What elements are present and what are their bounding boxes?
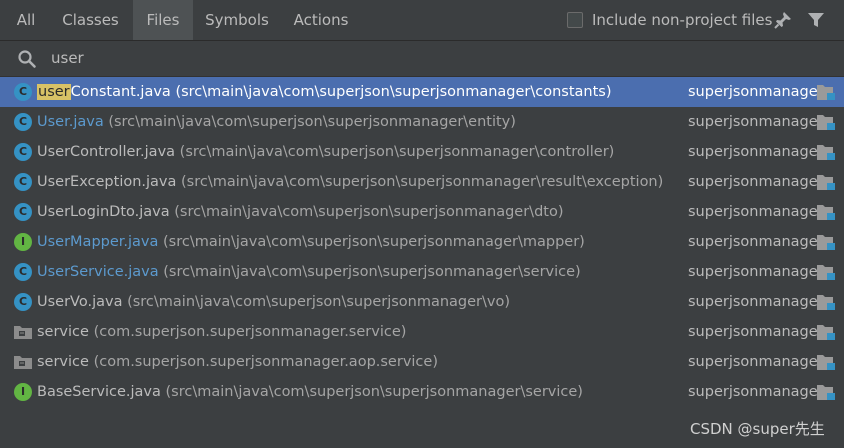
module-folder-icon [817, 324, 835, 340]
filter-icon[interactable] [806, 10, 826, 30]
include-non-project-option[interactable]: Include non-project files [567, 0, 772, 40]
class-icon: C [14, 263, 32, 281]
result-module: superjsonmanager [688, 84, 824, 100]
result-name: service [37, 354, 89, 370]
result-text: UserController.java (src\main\java\com\s… [37, 137, 614, 167]
result-row[interactable]: C UserVo.java (src\main\java\com\superjso… [0, 287, 844, 317]
pin-icon[interactable] [773, 10, 793, 30]
result-module: superjsonmanager [688, 114, 824, 130]
result-text: userConstant.java (src\main\java\com\sup… [37, 77, 612, 107]
result-module: superjsonmanager [688, 294, 824, 310]
result-path: (src\main\java\com\superjson\superjsonma… [163, 264, 581, 280]
tab-all[interactable]: All [4, 0, 48, 40]
module-folder-icon [817, 384, 835, 400]
result-row[interactable]: C UserController.java (src\main\java\com\… [0, 137, 844, 167]
interface-icon: I [14, 383, 32, 401]
interface-icon: I [14, 233, 32, 251]
result-name: UserMapper.java [37, 234, 159, 250]
result-path: (src\main\java\com\superjson\superjsonma… [179, 144, 615, 160]
result-name: UserLoginDto.java [37, 204, 170, 220]
result-name: UserController.java [37, 144, 176, 160]
class-icon: C [14, 113, 32, 131]
result-name: UserService.java [37, 264, 159, 280]
result-row[interactable]: C UserService.java (src\main\java\com\sup… [0, 257, 844, 287]
tab-symbols[interactable]: Symbols [193, 0, 281, 40]
result-path: (src\main\java\com\superjson\superjsonma… [127, 294, 511, 310]
result-module: superjsonmanager [688, 204, 824, 220]
result-path: (src\main\java\com\superjson\superjsonma… [165, 384, 583, 400]
result-module: superjsonmanager [688, 384, 824, 400]
result-module: superjsonmanager [688, 234, 824, 250]
result-text: UserException.java (src\main\java\com\su… [37, 167, 663, 197]
result-row[interactable]: CuserConstant.java (src\main\java\com\su… [0, 77, 844, 107]
class-icon: C [14, 83, 32, 101]
module-folder-icon [817, 264, 835, 280]
result-text: UserMapper.java (src\main\java\com\super… [37, 227, 585, 257]
result-text: service (com.superjson.superjsonmanager.… [37, 317, 406, 347]
result-path: (src\main\java\com\superjson\superjsonma… [163, 234, 585, 250]
result-name: UserVo.java [37, 294, 123, 310]
result-row[interactable]: C UserException.java (src\main\java\com\s… [0, 167, 844, 197]
class-icon: C [14, 143, 32, 161]
tab-actions[interactable]: Actions [281, 0, 361, 40]
tab-files[interactable]: Files [133, 0, 193, 40]
result-path: (src\main\java\com\superjson\superjsonma… [181, 174, 664, 190]
watermark: CSDN @super先生 [690, 420, 825, 438]
search-icon [18, 50, 36, 68]
result-row[interactable]: service (com.superjson.superjsonmanager.… [0, 347, 844, 377]
module-folder-icon [817, 354, 835, 370]
search-input[interactable] [43, 45, 759, 71]
result-name: User.java [37, 114, 104, 130]
package-folder-icon [14, 355, 32, 369]
result-row[interactable]: I UserMapper.java (src\main\java\com\supe… [0, 227, 844, 257]
result-path: (src\main\java\com\superjson\superjsonma… [174, 204, 564, 220]
result-text: UserService.java (src\main\java\com\supe… [37, 257, 581, 287]
result-module: superjsonmanager [688, 354, 824, 370]
result-module: superjsonmanager [688, 324, 824, 340]
result-row[interactable]: C UserLoginDto.java (src\main\java\com\su… [0, 197, 844, 227]
match-highlight: user [37, 84, 71, 100]
module-folder-icon [817, 84, 835, 100]
module-folder-icon [817, 204, 835, 220]
result-text: service (com.superjson.superjsonmanager.… [37, 347, 438, 377]
result-text: UserVo.java (src\main\java\com\superjson… [37, 287, 510, 317]
result-module: superjsonmanager [688, 144, 824, 160]
module-folder-icon [817, 144, 835, 160]
module-folder-icon [817, 174, 835, 190]
class-icon: C [14, 293, 32, 311]
result-text: UserLoginDto.java (src\main\java\com\sup… [37, 197, 564, 227]
result-row[interactable]: I BaseService.java (src\main\java\com\sup… [0, 377, 844, 407]
result-module: superjsonmanager [688, 174, 824, 190]
result-row[interactable]: C User.java (src\main\java\com\superjson\… [0, 107, 844, 137]
result-name: Constant.java [70, 84, 171, 100]
module-folder-icon [817, 234, 835, 250]
include-non-project-label: Include non-project files [592, 11, 773, 29]
result-path: (src\main\java\com\superjson\superjsonma… [108, 114, 516, 130]
search-bar [0, 41, 844, 77]
package-folder-icon [14, 325, 32, 339]
class-icon: C [14, 173, 32, 191]
result-text: User.java (src\main\java\com\superjson\s… [37, 107, 516, 137]
result-name: UserException.java [37, 174, 177, 190]
result-name: service [37, 324, 89, 340]
class-icon: C [14, 203, 32, 221]
include-non-project-checkbox[interactable] [567, 12, 583, 28]
result-path: (src\main\java\com\superjson\superjsonma… [175, 84, 612, 100]
result-text: BaseService.java (src\main\java\com\supe… [37, 377, 583, 407]
result-path: (com.superjson.superjsonmanager.aop.serv… [93, 354, 438, 370]
module-folder-icon [817, 294, 835, 310]
result-module: superjsonmanager [688, 264, 824, 280]
module-folder-icon [817, 114, 835, 130]
tab-bar: All Classes Files Symbols Actions Includ… [0, 0, 844, 41]
tab-classes[interactable]: Classes [48, 0, 133, 40]
result-row[interactable]: service (com.superjson.superjsonmanager.… [0, 317, 844, 347]
result-path: (com.superjson.superjsonmanager.service) [93, 324, 407, 340]
result-name: BaseService.java [37, 384, 161, 400]
